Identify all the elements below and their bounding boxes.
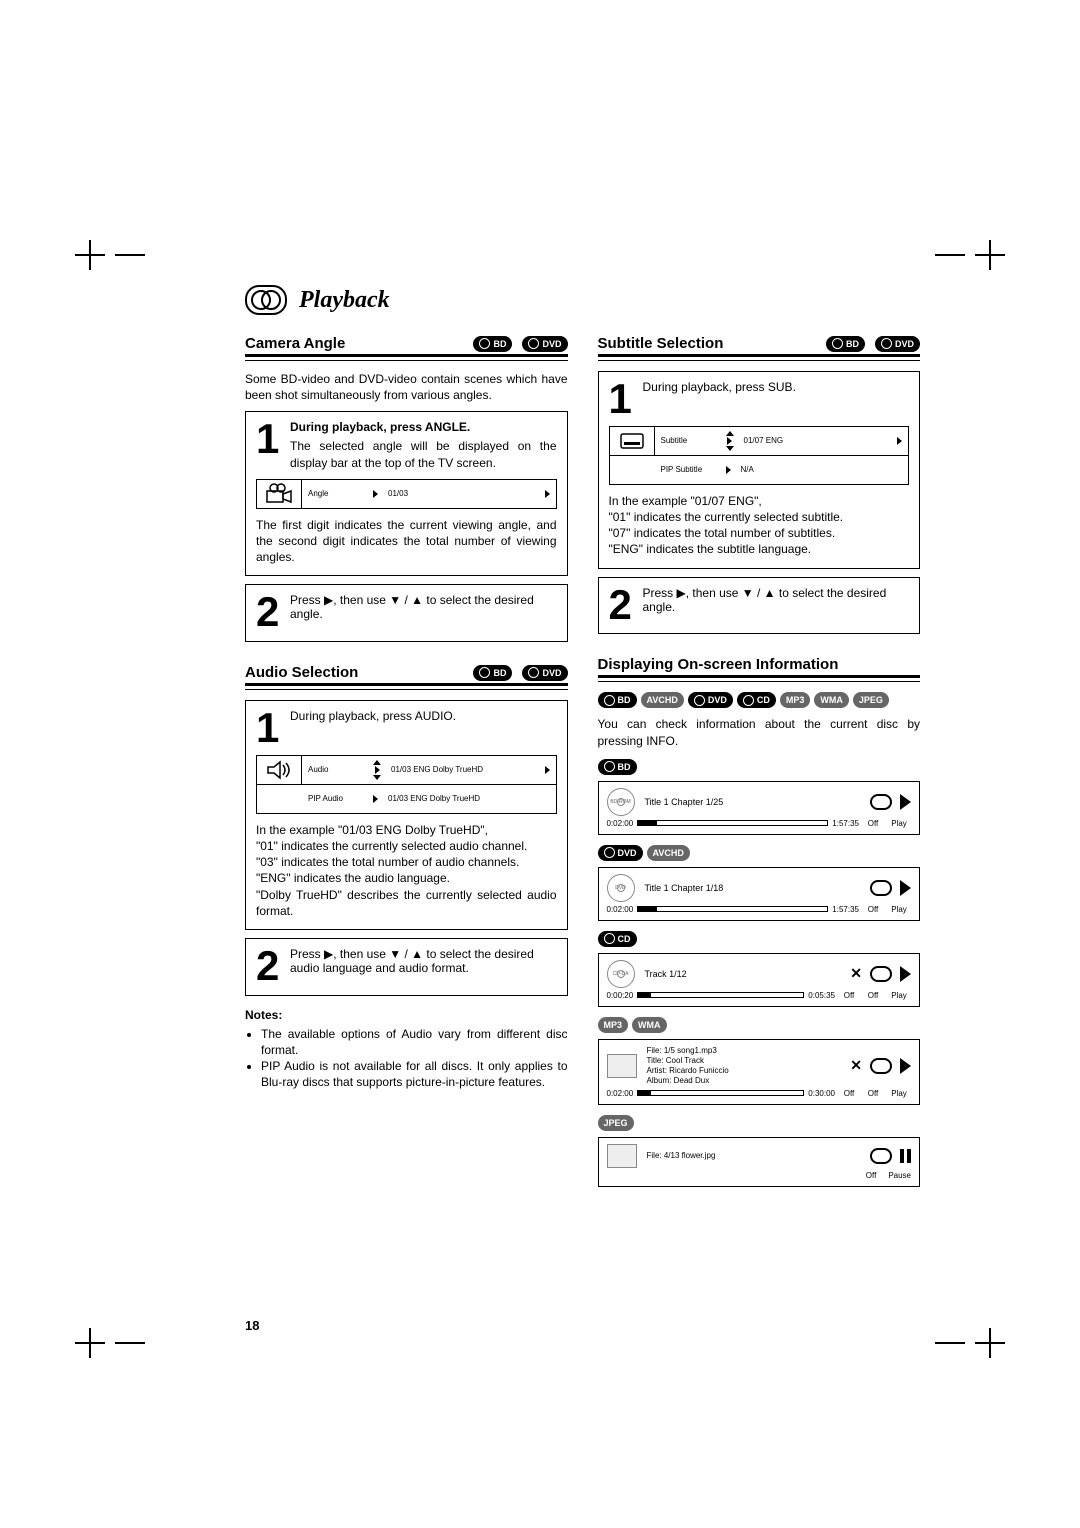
crop-mark [975, 1328, 1005, 1358]
repeat-icon [870, 1148, 892, 1164]
step-number: 2 [256, 947, 282, 985]
repeat-icon [870, 794, 892, 810]
badge-bd: BD [826, 336, 865, 352]
crop-mark [115, 1328, 145, 1358]
angle-osd: Angle 01/03 [256, 479, 557, 509]
play-icon [900, 1058, 911, 1074]
repeat-icon [870, 1058, 892, 1074]
badge-jpeg: JPEG [598, 1115, 634, 1131]
info-panel-dvd: DVD Title 1 Chapter 1/18 0:02:00 1:57:35… [598, 867, 921, 921]
info-panel-bd: BD-ROM Title 1 Chapter 1/25 0:02:00 1:57… [598, 781, 921, 835]
badge-dvd: DVD [875, 336, 920, 352]
crop-mark [975, 240, 1005, 270]
onscreen-badges: BD AVCHD DVD CD MP3 WMA JPEG [598, 692, 921, 708]
crop-mark [75, 240, 105, 270]
play-icon [900, 880, 911, 896]
repeat-icon [870, 966, 892, 982]
info-panel-cd: CD-DA Track 1/12 ✕ 0:00:20 0:05:35 Off [598, 953, 921, 1007]
badge-cd: CD [598, 931, 637, 947]
info-panel-mp3: File: 1/5 song1.mp3 Title: Cool Track Ar… [598, 1039, 921, 1105]
play-icon [900, 966, 911, 982]
subtitle-step-1: 1 During playback, press SUB. Subtitle [598, 371, 921, 569]
camera-step-2: 2 Press ▶, then use ▼ / ▲ to select the … [245, 584, 568, 642]
badge-dvd: DVD [522, 336, 567, 352]
camera-step-1: 1 During playback, press ANGLE. The sele… [245, 411, 568, 576]
pause-icon [900, 1149, 911, 1163]
page-number: 18 [245, 1318, 259, 1333]
badge-bd: BD [598, 759, 637, 775]
left-column: Camera Angle BD DVD Some BD-video and DV… [245, 329, 568, 1187]
info-panel-jpeg: File: 4/13 flower.jpg Off Pause [598, 1137, 921, 1187]
step-number: 1 [256, 709, 282, 747]
subtitle-icon [610, 427, 655, 455]
step-number: 2 [256, 593, 282, 631]
disc-icon: CD-DA [607, 960, 635, 988]
camera-intro: Some BD-video and DVD-video contain scen… [245, 371, 568, 403]
crop-mark [75, 1328, 105, 1358]
crop-mark [935, 240, 965, 270]
crop-mark [115, 240, 145, 270]
album-art-icon [607, 1054, 637, 1078]
repeat-icon [870, 880, 892, 896]
badge-dvd: DVD [598, 845, 643, 861]
section-camera-angle: Camera Angle BD DVD [245, 335, 568, 357]
step-number: 2 [609, 586, 635, 624]
triangle-right-icon [373, 490, 378, 498]
badge-bd: BD [473, 665, 512, 681]
page: Playback Camera Angle BD DVD Some BD-vid… [0, 0, 1080, 1528]
crop-mark [935, 1328, 965, 1358]
audio-step-2: 2 Press ▶, then use ▼ / ▲ to select the … [245, 938, 568, 996]
right-column: Subtitle Selection BD DVD 1 During playb… [598, 329, 921, 1187]
shuffle-icon: ✕ [850, 1057, 862, 1074]
badge-dvd: DVD [522, 665, 567, 681]
triangle-right-icon [545, 490, 550, 498]
disc-icon: BD-ROM [607, 788, 635, 816]
notes-heading: Notes: [245, 1008, 568, 1022]
step-number: 1 [609, 380, 635, 418]
step-number: 1 [256, 420, 282, 458]
speaker-icon [257, 756, 302, 784]
audio-step-1: 1 During playback, press AUDIO. Audio [245, 700, 568, 930]
subtitle-osd: Subtitle 01/07 ENG PI [609, 426, 910, 485]
image-thumb-icon [607, 1144, 637, 1168]
audio-osd: Audio 01/03 ENG Dolby TrueHD [256, 755, 557, 814]
section-audio-selection: Audio Selection BD DVD [245, 664, 568, 686]
page-title: Playback [299, 287, 390, 314]
badge-mp3: MP3 [598, 1017, 629, 1033]
badge-avchd: AVCHD [647, 845, 690, 861]
notes-list: The available options of Audio vary from… [245, 1026, 568, 1091]
badge-wma: WMA [632, 1017, 667, 1033]
heading-disc-icon [245, 285, 287, 315]
badge-bd: BD [473, 336, 512, 352]
shuffle-icon: ✕ [850, 965, 862, 982]
section-onscreen-info: Displaying On-screen Information [598, 656, 921, 678]
disc-icon: DVD [607, 874, 635, 902]
subtitle-step-2: 2 Press ▶, then use ▼ / ▲ to select the … [598, 577, 921, 635]
play-icon [900, 794, 911, 810]
section-subtitle-selection: Subtitle Selection BD DVD [598, 335, 921, 357]
camera-icon [257, 480, 302, 508]
